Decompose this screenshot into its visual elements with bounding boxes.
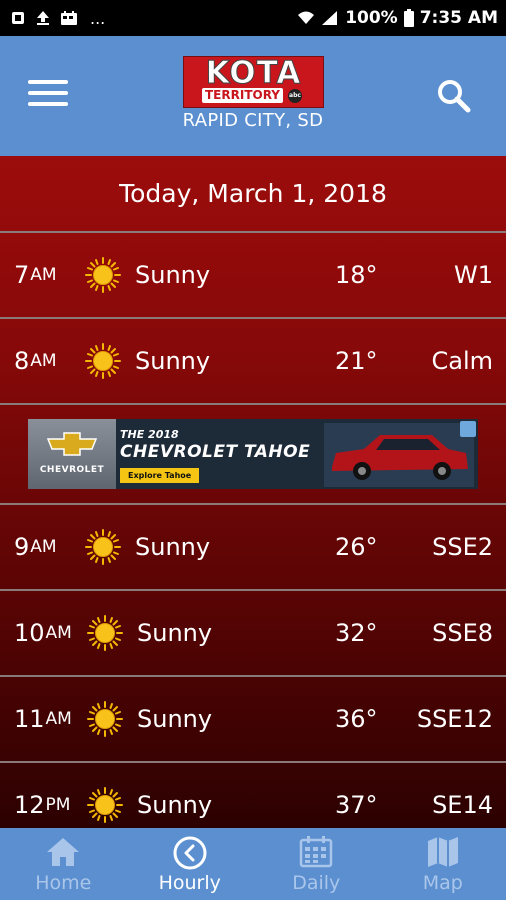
hour-time: 8 AM xyxy=(14,319,57,403)
nav-home-label: Home xyxy=(35,872,92,894)
hour-time: 11 AM xyxy=(14,677,72,761)
hour-row[interactable]: 8 AM Sunny 21° Calm xyxy=(0,319,506,405)
advertisement-banner[interactable]: CHEVROLET THE 2018 CHEVROLET TAHOE Explo… xyxy=(28,419,478,489)
nav-daily[interactable]: Daily xyxy=(253,828,380,900)
home-icon xyxy=(47,838,80,866)
notification-square-icon xyxy=(12,12,24,24)
car-image xyxy=(324,423,474,487)
hour-time: 9 AM xyxy=(14,505,57,589)
hour-time: 10 AM xyxy=(14,591,72,675)
hour-ampm: AM xyxy=(30,351,57,371)
hour-wind: Calm xyxy=(431,347,493,375)
hour-temperature: 32° xyxy=(335,619,378,647)
forecast-date: Today, March 1, 2018 xyxy=(0,156,506,233)
ad-headline: CHEVROLET TAHOE xyxy=(120,442,311,462)
menu-button[interactable] xyxy=(28,80,68,110)
hour-wind: SSE12 xyxy=(416,705,493,733)
battery-icon xyxy=(403,9,414,27)
hour-row[interactable]: 11 AM Sunny 36° SSE12 xyxy=(0,677,506,763)
sunny-icon xyxy=(85,257,121,293)
ad-choices-icon[interactable] xyxy=(460,421,476,437)
clock-icon xyxy=(173,836,207,870)
hour-row[interactable]: 9 AM Sunny 26° SSE2 xyxy=(0,505,506,591)
status-system: 100% 7:35 AM xyxy=(297,8,498,28)
app-header: KOTA TERRITORY abc RAPID CITY, SD xyxy=(0,36,506,156)
ad-row: CHEVROLET THE 2018 CHEVROLET TAHOE Explo… xyxy=(0,405,506,505)
hour-row[interactable]: 12 PM Sunny 37° SE14 xyxy=(0,763,506,828)
sunny-icon xyxy=(87,701,123,737)
ad-brand-name: CHEVROLET xyxy=(39,465,105,475)
hour-value: 8 xyxy=(14,347,30,375)
battery-percent: 100% xyxy=(345,8,398,28)
hour-ampm: PM xyxy=(45,795,71,815)
station-logo: KOTA TERRITORY abc xyxy=(183,56,324,108)
hour-condition: Sunny xyxy=(135,533,211,561)
hour-time: 12 PM xyxy=(14,763,70,828)
hour-value: 10 xyxy=(14,619,45,647)
hour-condition: Sunny xyxy=(135,261,211,289)
nav-map-label: Map xyxy=(422,872,463,894)
hour-value: 9 xyxy=(14,533,30,561)
map-icon xyxy=(427,837,458,867)
hour-ampm: AM xyxy=(30,537,57,557)
hour-temperature: 26° xyxy=(335,533,378,561)
chevrolet-bowtie-icon xyxy=(46,432,98,456)
clock: 7:35 AM xyxy=(419,8,498,28)
hour-temperature: 18° xyxy=(335,261,378,289)
signal-icon xyxy=(322,11,338,25)
sunny-icon xyxy=(85,343,121,379)
hour-wind: SSE2 xyxy=(432,533,493,561)
menu-icon-bar xyxy=(28,102,68,106)
upload-icon xyxy=(37,11,49,25)
hour-value: 12 xyxy=(14,791,45,819)
bottom-navigation: Home Hourly Daily Map xyxy=(0,828,506,900)
hour-time: 7 AM xyxy=(14,233,57,317)
nav-home[interactable]: Home xyxy=(0,828,127,900)
nav-hourly[interactable]: Hourly xyxy=(127,828,254,900)
menu-icon-bar xyxy=(28,80,68,84)
hour-value: 11 xyxy=(14,705,45,733)
hour-wind: W1 xyxy=(454,261,493,289)
logo-text: KOTA xyxy=(205,55,302,91)
hour-ampm: AM xyxy=(30,265,57,285)
hour-ampm: AM xyxy=(45,709,72,729)
hourly-forecast: Today, March 1, 2018 7 AM Sunny 18° W1 8A… xyxy=(0,156,506,828)
hour-value: 7 xyxy=(14,261,30,289)
hour-row[interactable]: 7 AM Sunny 18° W1 xyxy=(0,233,506,319)
nav-daily-label: Daily xyxy=(292,872,341,894)
location-label: RAPID CITY, SD xyxy=(182,110,324,131)
hour-condition: Sunny xyxy=(137,705,213,733)
menu-icon-bar xyxy=(28,91,68,95)
search-icon xyxy=(438,80,471,113)
nav-hourly-label: Hourly xyxy=(158,872,221,894)
sunny-icon xyxy=(87,615,123,651)
status-bar: ... 100% 7:35 AM xyxy=(0,0,506,36)
sunny-icon xyxy=(85,529,121,565)
hour-temperature: 37° xyxy=(335,791,378,819)
sunny-icon xyxy=(87,787,123,823)
hour-condition: Sunny xyxy=(137,619,213,647)
hour-condition: Sunny xyxy=(135,347,211,375)
hour-wind: SE14 xyxy=(432,791,493,819)
calendar-notification-icon xyxy=(61,11,77,25)
hour-row[interactable]: 10 AM Sunny 32° SSE8 xyxy=(0,591,506,677)
nav-map[interactable]: Map xyxy=(380,828,506,900)
search-button[interactable] xyxy=(436,78,472,114)
logo-subtext: TERRITORY xyxy=(202,88,283,103)
hour-condition: Sunny xyxy=(137,791,213,819)
wifi-icon xyxy=(298,11,315,24)
hour-temperature: 21° xyxy=(335,347,378,375)
calendar-icon xyxy=(300,836,333,868)
hour-wind: SSE8 xyxy=(432,619,493,647)
ad-cta-button[interactable]: Explore Tahoe xyxy=(120,468,200,483)
status-notifications: ... xyxy=(10,9,105,28)
ad-headline-small: THE 2018 xyxy=(120,428,179,441)
more-notifications-text: ... xyxy=(90,8,106,28)
abc-logo-icon: abc xyxy=(288,89,302,103)
hour-ampm: AM xyxy=(45,623,72,643)
hour-temperature: 36° xyxy=(335,705,378,733)
ad-brand-panel: CHEVROLET xyxy=(28,419,116,489)
